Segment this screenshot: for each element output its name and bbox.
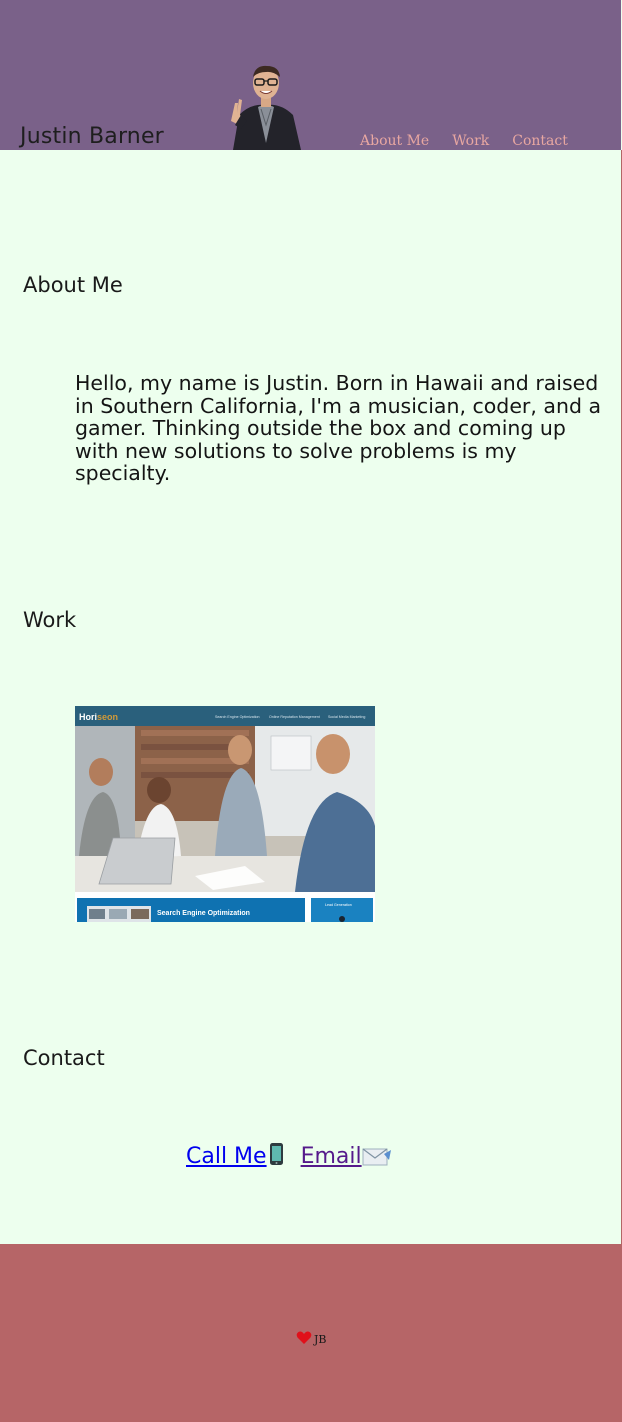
contact-links: Call Me Email — [186, 1142, 399, 1172]
about-text: Hello, my name is Justin. Born in Hawaii… — [75, 371, 602, 485]
main-nav: About Me Work Contact — [360, 132, 591, 150]
nav-about-link[interactable]: About Me — [360, 132, 429, 150]
work-heading: Work — [23, 608, 77, 632]
email-link[interactable]: Email — [301, 1144, 392, 1169]
envelope-icon — [362, 1146, 392, 1172]
call-me-label: Call Me — [186, 1144, 267, 1169]
horiseon-project-link[interactable]: Horiseon Search Engine Optimization Onli… — [75, 706, 375, 922]
mobile-phone-icon — [267, 1142, 287, 1172]
call-me-link[interactable]: Call Me — [186, 1142, 287, 1172]
site-header: Justin Barner About Me Work Contact — [0, 0, 621, 150]
footer-signature: JB — [296, 1331, 327, 1348]
nav-work-link[interactable]: Work — [452, 132, 489, 150]
avatar — [231, 65, 301, 150]
project-nav-2: Online Reputation Management — [269, 715, 320, 719]
about-heading: About Me — [23, 273, 123, 297]
project-feature-title: Search Engine Optimization — [157, 910, 250, 917]
nav-contact-link[interactable]: Contact — [512, 132, 568, 150]
project-nav-1: Search Engine Optimization — [215, 715, 260, 719]
site-name: Justin Barner — [20, 124, 164, 149]
project-side-title: Lead Generation — [325, 903, 352, 907]
footer-initials: JB — [314, 1333, 327, 1346]
project-nav-3: Social Media Marketing — [328, 715, 365, 719]
horiseon-project-screenshot: Horiseon Search Engine Optimization Onli… — [75, 706, 375, 922]
email-label: Email — [300, 1144, 362, 1169]
contact-heading: Contact — [23, 1046, 105, 1070]
heart-icon — [296, 1331, 312, 1348]
project-logo: Horiseon — [79, 712, 118, 722]
